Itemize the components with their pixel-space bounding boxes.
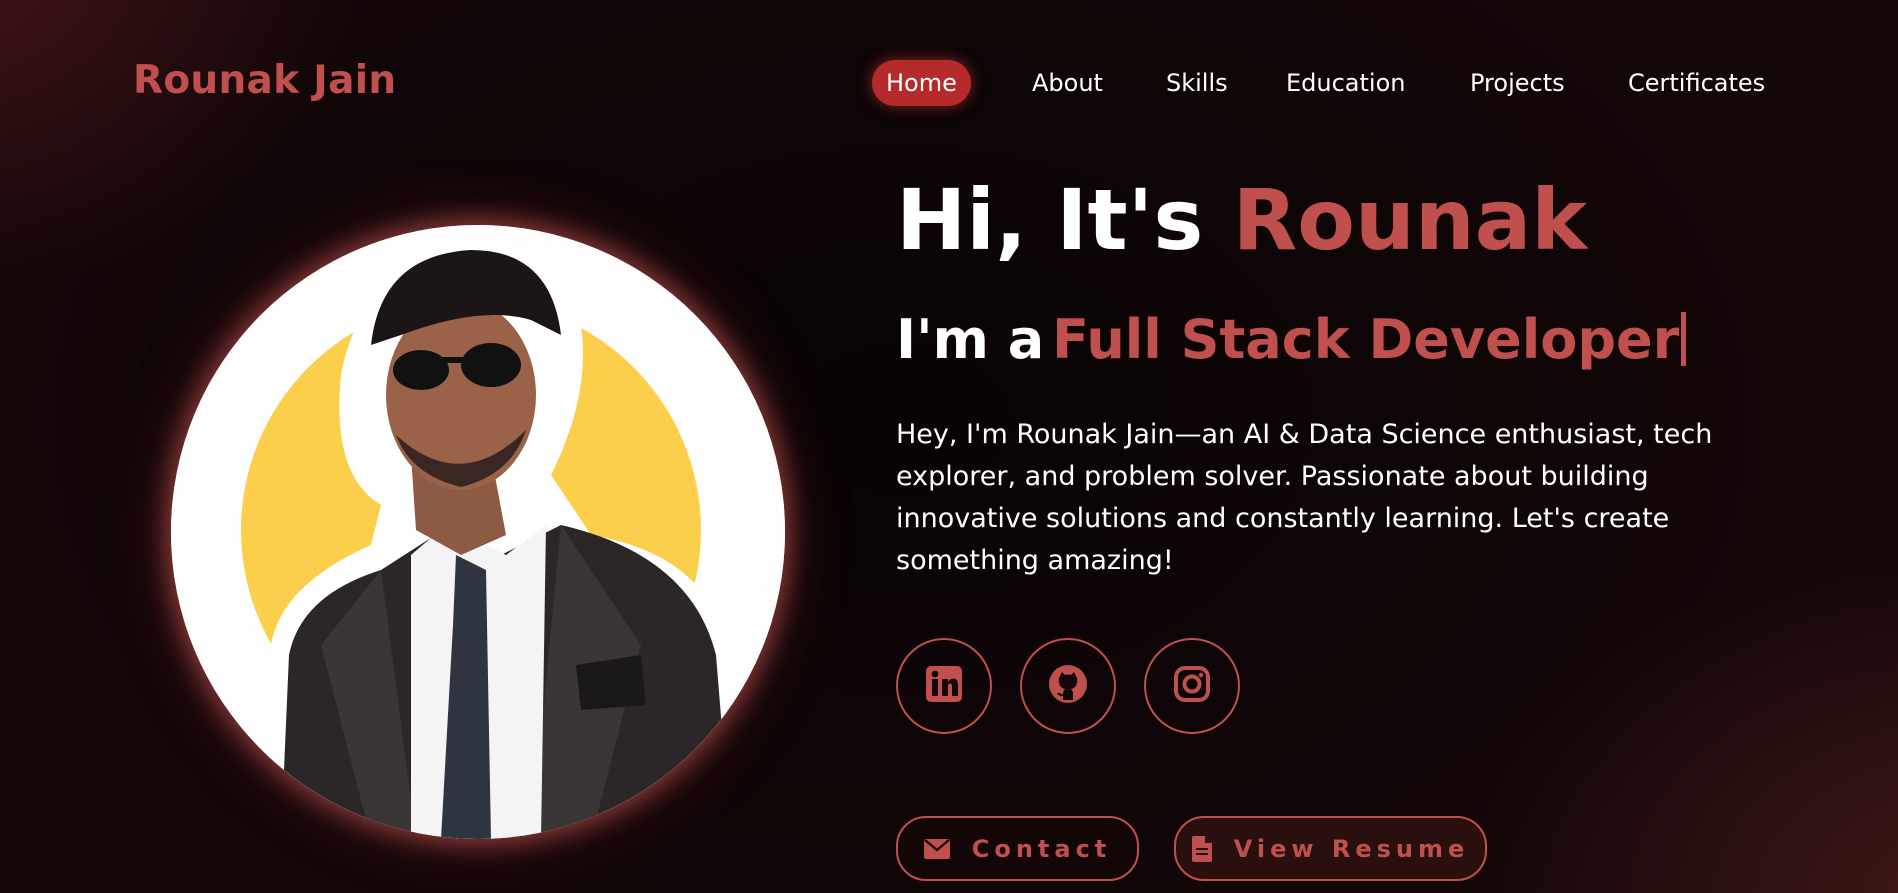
github-icon	[1047, 663, 1089, 709]
nav-skills[interactable]: Skills	[1166, 60, 1228, 106]
site-logo[interactable]: Rounak Jain	[133, 58, 396, 103]
nav-about[interactable]: About	[1032, 60, 1103, 106]
linkedin-link[interactable]	[896, 638, 992, 734]
instagram-icon	[1172, 664, 1212, 708]
document-icon	[1191, 835, 1212, 862]
instagram-link[interactable]	[1144, 638, 1240, 734]
view-resume-button[interactable]: View Resume	[1174, 816, 1487, 881]
profile-photo	[171, 225, 785, 839]
view-resume-label: View Resume	[1233, 834, 1470, 863]
contact-label: Contact	[971, 834, 1112, 863]
envelope-icon	[923, 838, 950, 859]
hero-title: Hi, It's Rounak	[896, 170, 1587, 270]
typed-role: Full Stack Developer	[1052, 308, 1680, 371]
nav-education[interactable]: Education	[1286, 60, 1405, 106]
github-link[interactable]	[1020, 638, 1116, 734]
nav-certificates[interactable]: Certificates	[1628, 60, 1765, 106]
hero-name: Rounak	[1232, 171, 1588, 269]
nav-projects[interactable]: Projects	[1470, 60, 1565, 106]
linkedin-icon	[924, 664, 964, 708]
nav-home[interactable]: Home	[872, 60, 971, 106]
role-prefix: I'm a	[896, 308, 1045, 371]
hero-subtitle: I'm a Full Stack Developer	[896, 305, 1687, 375]
typing-cursor	[1681, 312, 1687, 366]
hero-greeting: Hi, It's	[896, 171, 1233, 269]
hero-description: Hey, I'm Rounak Jain—an AI & Data Scienc…	[896, 419, 1713, 576]
contact-button[interactable]: Contact	[896, 816, 1139, 881]
